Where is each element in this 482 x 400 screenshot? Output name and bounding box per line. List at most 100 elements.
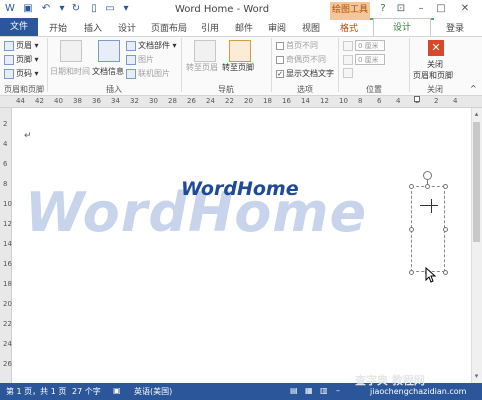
tab-view[interactable]: 视图 (302, 21, 320, 34)
language-status[interactable]: 英语(美国) (134, 386, 172, 397)
paragraph-mark: ↵ (24, 131, 32, 141)
rotate-handle-icon[interactable] (423, 171, 432, 180)
tab-mailings[interactable]: 邮件 (235, 21, 253, 34)
ruler-tick-label: 26 (187, 97, 196, 105)
ruler-tick-label: 44 (16, 97, 25, 105)
dropdown-arrow-icon[interactable]: ▾ (56, 3, 68, 15)
ruler-tick-label: 22 (225, 97, 234, 105)
header-top-input[interactable]: 0 厘米 (355, 40, 385, 51)
goto-header-label[interactable]: 转至页眉 (186, 62, 218, 73)
header-button[interactable]: 页眉 ▾ (4, 40, 39, 51)
redo-icon[interactable]: ↻ (70, 3, 82, 15)
proofing-icon[interactable]: ▣ (113, 386, 121, 395)
tab-home[interactable]: 开始 (49, 21, 67, 34)
group-separator (47, 38, 48, 92)
resize-handle[interactable] (425, 184, 430, 189)
selected-text-box[interactable] (411, 186, 445, 272)
login-link[interactable]: 登录 (446, 21, 464, 34)
goto-footer-icon[interactable] (229, 40, 251, 62)
document-page[interactable] (13, 108, 473, 383)
page-number-button[interactable]: 页码 ▾ (4, 68, 39, 79)
online-picture-button[interactable]: 联机图片 (126, 68, 170, 79)
close-header-footer-icon[interactable]: ✕ (428, 40, 444, 56)
close-window-button[interactable]: ✕ (458, 2, 472, 16)
ruler-tick-label: 8 (358, 97, 363, 105)
doc-parts-icon (126, 40, 136, 51)
vertical-ruler-tick-label: 4 (3, 140, 8, 148)
ruler-tick-label: 38 (73, 97, 82, 105)
doc-info-label[interactable]: 文档信息 ▾ (92, 66, 131, 77)
scrollbar-thumb[interactable] (473, 122, 480, 242)
ruler-tick-label: 18 (263, 97, 272, 105)
tab-design[interactable]: 设计 (118, 21, 136, 34)
goto-header-icon[interactable] (194, 40, 216, 62)
open-icon[interactable]: ▭ (104, 3, 116, 15)
page-count[interactable]: 第 1 页，共 1 页 (6, 386, 66, 397)
close-label-line1[interactable]: 关闭 (427, 59, 443, 70)
contextual-tab-label: 绘图工具 (330, 2, 370, 20)
group-label-position: 位置 (366, 85, 382, 94)
different-first-page-checkbox[interactable]: 首页不同 (276, 40, 318, 51)
ribbon-display-icon[interactable]: ⊡ (394, 2, 408, 16)
ruler-tick-label: 4 (396, 97, 401, 105)
footer-bottom-input[interactable]: 0 厘米 (355, 54, 385, 65)
picture-button[interactable]: 图片 (126, 54, 154, 65)
tab-header-footer-design[interactable]: 设计 (373, 18, 431, 36)
resize-handle[interactable] (443, 184, 448, 189)
indent-marker-icon[interactable] (414, 96, 420, 102)
date-time-label[interactable]: 日期和时间 (50, 66, 90, 77)
resize-handle[interactable] (443, 227, 448, 232)
vertical-ruler-tick-label: 6 (3, 160, 8, 168)
footer-button[interactable]: 页脚 ▾ (4, 54, 39, 65)
window-title: Word Home - Word (175, 4, 270, 15)
web-layout-icon[interactable]: ▥ (320, 386, 328, 395)
minimize-button[interactable]: – (414, 2, 428, 16)
collapse-ribbon-icon[interactable]: ^ (470, 84, 477, 93)
tab-format[interactable]: 格式 (340, 21, 358, 34)
read-mode-icon[interactable]: ▤ (290, 386, 298, 395)
date-time-icon[interactable] (60, 40, 82, 62)
insert-alignment-tab[interactable] (343, 68, 355, 78)
resize-handle[interactable] (443, 270, 448, 275)
new-doc-icon[interactable]: ▯ (88, 3, 100, 15)
tab-file[interactable]: 文件 (0, 18, 38, 36)
tab-insert[interactable]: 插入 (84, 21, 102, 34)
group-label-options: 选项 (297, 85, 313, 94)
group-separator (409, 38, 410, 92)
tab-page-layout[interactable]: 页面布局 (151, 21, 187, 34)
tab-references[interactable]: 引用 (201, 21, 219, 34)
zoom-out-icon[interactable]: – (336, 386, 340, 395)
word-count[interactable]: 27 个字 (72, 386, 101, 397)
customize-qat-icon[interactable]: ▾ (120, 3, 132, 15)
help-icon[interactable]: ? (376, 2, 390, 16)
ruler-tick-label: 24 (206, 97, 215, 105)
group-label-insert: 插入 (106, 85, 122, 94)
checkbox-icon (276, 55, 284, 64)
alignment-tab-icon (343, 68, 353, 78)
different-odd-even-checkbox[interactable]: 奇偶页不同 (276, 54, 326, 65)
show-document-text-checkbox[interactable]: ✓ 显示文档文字 (276, 68, 334, 79)
scroll-down-icon[interactable]: ▾ (472, 372, 481, 380)
different-odd-even-label: 奇偶页不同 (286, 55, 326, 64)
group-separator (271, 38, 272, 92)
ruler-tick-label: 16 (282, 97, 291, 105)
goto-footer-label[interactable]: 转至页脚 (222, 62, 254, 73)
print-layout-icon[interactable]: ▦ (305, 386, 313, 395)
text-cursor-bar (431, 199, 432, 213)
resize-handle[interactable] (409, 184, 414, 189)
maximize-button[interactable]: □ (434, 2, 448, 16)
footer-position-field[interactable]: 0 厘米 (343, 54, 385, 65)
ruler-tick-label: 30 (149, 97, 158, 105)
doc-parts-button[interactable]: 文档部件 ▾ (126, 40, 177, 51)
undo-icon[interactable]: ↶ (40, 3, 52, 15)
tab-review[interactable]: 审阅 (268, 21, 286, 34)
save-icon[interactable]: ▣ (22, 3, 34, 15)
picture-label: 图片 (138, 55, 154, 64)
close-label-line2[interactable]: 页眉和页脚 (413, 70, 453, 81)
resize-handle[interactable] (409, 270, 414, 275)
header-position-field[interactable]: 0 厘米 (343, 40, 385, 51)
scroll-up-icon[interactable]: ▴ (472, 110, 481, 118)
ruler-tick-label: 32 (130, 97, 139, 105)
doc-info-icon[interactable] (98, 40, 120, 62)
resize-handle[interactable] (409, 227, 414, 232)
